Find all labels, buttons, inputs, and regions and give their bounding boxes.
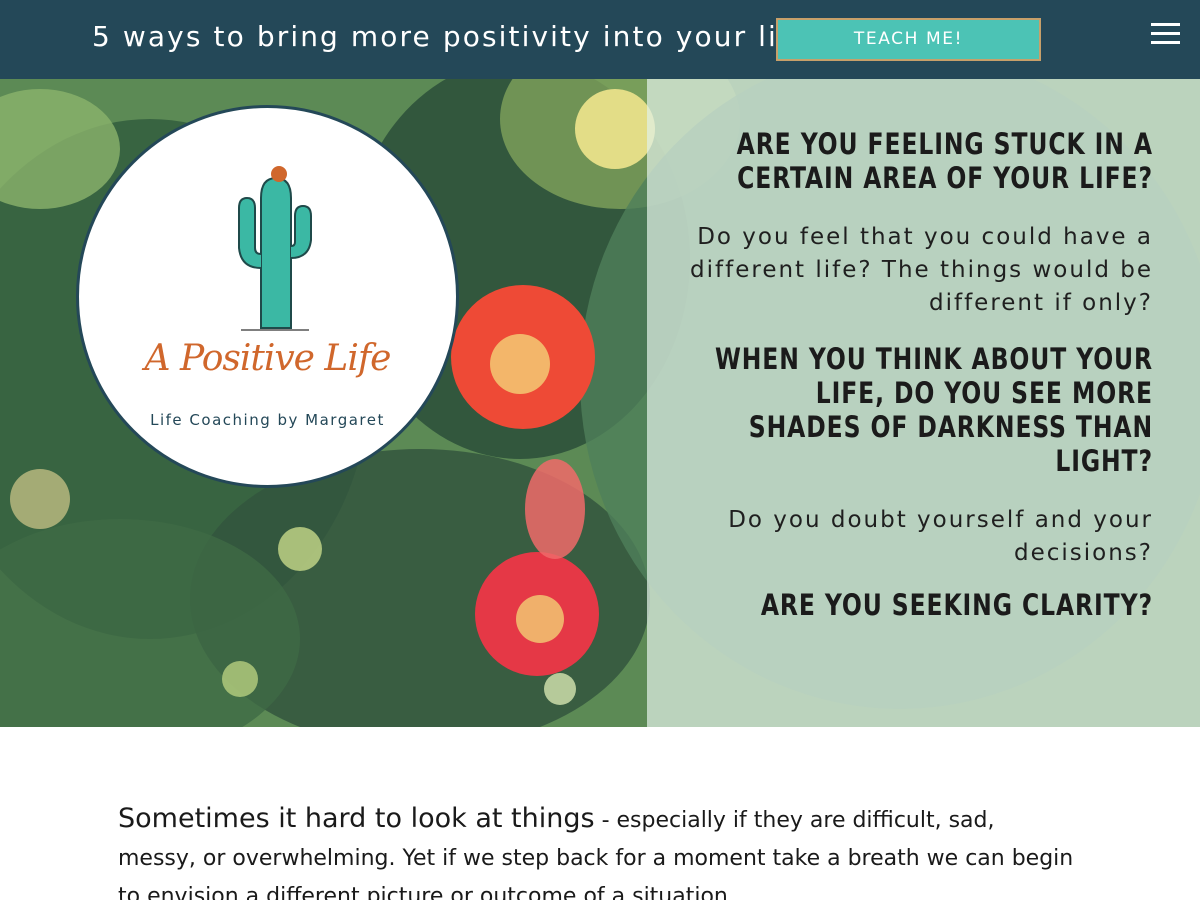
intro-lead: Sometimes it hard to look at things	[118, 803, 595, 834]
cactus-icon	[238, 166, 312, 331]
logo-subtitle: Life Coaching by Margaret	[150, 411, 385, 429]
hero-section: A Positive Life Life Coaching by Margare…	[0, 79, 1200, 727]
promo-text: 5 ways to bring more positivity into you…	[92, 20, 821, 53]
logo-title: A Positive Life	[144, 338, 392, 379]
hero-heading-stuck: Are you feeling stuck in a certain area …	[736, 127, 1153, 195]
teach-me-button[interactable]: TEACH ME!	[776, 18, 1041, 61]
hero-text-block: Are you feeling stuck in a certain area …	[660, 127, 1153, 622]
hero-paragraph-different-life: Do you feel that you could have a differ…	[690, 224, 1153, 316]
hero-paragraph-doubt: Do you doubt yourself and your decisions…	[728, 507, 1153, 566]
hamburger-menu-icon[interactable]	[1148, 22, 1182, 48]
hero-heading-clarity: Are you seeking clarity?	[760, 588, 1153, 622]
intro-section: Sometimes it hard to look at things - es…	[118, 800, 1078, 900]
intro-paragraph: Sometimes it hard to look at things - es…	[118, 800, 1078, 900]
hero-heading-darkness: When you think about your life, do you s…	[714, 342, 1153, 478]
top-bar: 5 ways to bring more positivity into you…	[0, 0, 1200, 79]
logo-badge[interactable]: A Positive Life Life Coaching by Margare…	[76, 105, 459, 488]
